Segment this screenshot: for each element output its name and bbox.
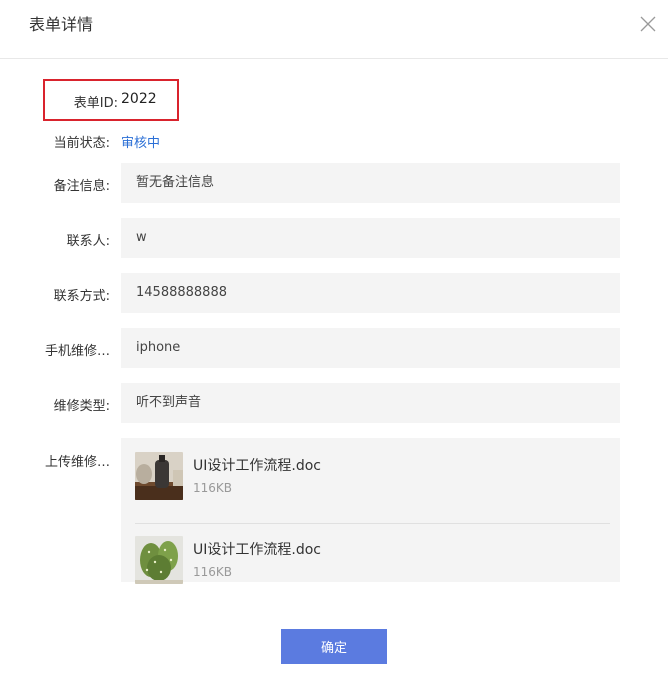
repair-type-label: 维修类型:	[53, 399, 110, 414]
form-id-label: 表单ID:	[73, 96, 118, 111]
file-thumbnail-image	[135, 452, 183, 500]
file-name[interactable]: UI设计工作流程.doc	[193, 539, 321, 559]
contact-label: 联系人:	[66, 234, 110, 249]
close-icon[interactable]	[638, 14, 658, 34]
file-name[interactable]: UI设计工作流程.doc	[193, 455, 321, 475]
form-detail-dialog: 表单详情 表单ID: 2022 当前状态: 审核中 备注信息: 暂无备注信息 联…	[0, 0, 668, 683]
form-id-value: 2022	[121, 91, 157, 107]
status-label: 当前状态:	[53, 136, 110, 151]
phone-label: 联系方式:	[53, 289, 110, 304]
status-value: 审核中	[121, 136, 161, 151]
remark-label: 备注信息:	[53, 179, 110, 194]
device-field: iphone	[121, 328, 620, 368]
phone-field: 14588888888	[121, 273, 620, 313]
file-size: 116KB	[193, 565, 233, 579]
dialog-header: 表单详情	[0, 0, 668, 59]
file-size: 116KB	[193, 481, 233, 495]
divider	[135, 523, 610, 524]
dialog-title: 表单详情	[29, 15, 94, 34]
contact-field: w	[121, 218, 620, 258]
file-thumbnail-image	[135, 536, 183, 584]
confirm-button[interactable]: 确定	[281, 629, 387, 664]
repair-type-field: 听不到声音	[121, 383, 620, 423]
file-item[interactable]: UI设计工作流程.doc 116KB	[135, 452, 610, 511]
upload-label: 上传维修…	[44, 455, 110, 470]
file-item[interactable]: UI设计工作流程.doc 116KB	[135, 536, 610, 595]
file-list: UI设计工作流程.doc 116KB UI设计工作流程.doc 116KB	[121, 438, 620, 584]
device-label: 手机维修…	[44, 344, 110, 359]
remark-field: 暂无备注信息	[121, 163, 620, 203]
